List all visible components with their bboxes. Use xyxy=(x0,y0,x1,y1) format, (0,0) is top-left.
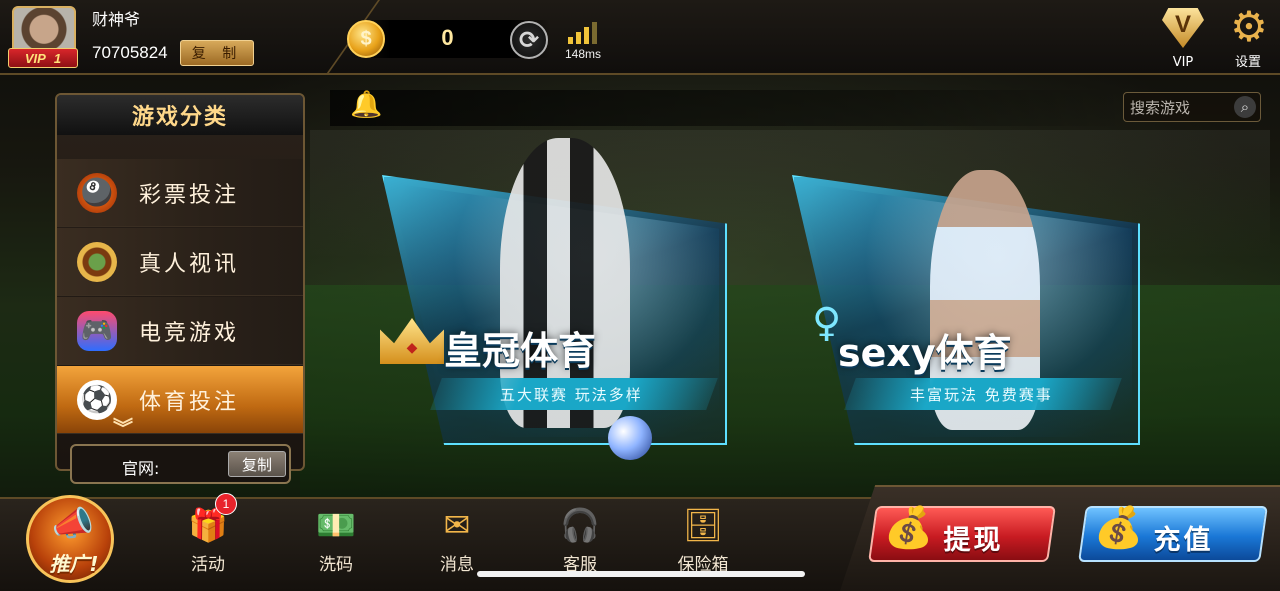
category-label: 彩票投注 xyxy=(139,183,240,208)
deposit-label: 充值 xyxy=(1153,525,1214,556)
nav-safe[interactable]: 🗄 保险箱 xyxy=(663,503,743,575)
notification-badge: 1 xyxy=(215,493,237,515)
game-subtitle: 丰富玩法 免费赛事 xyxy=(910,386,1053,404)
website-bar: 官网: 复制 xyxy=(70,444,291,484)
nickname: 财神爷 xyxy=(92,10,141,29)
deposit-button[interactable]: 💰 充值 xyxy=(1078,505,1268,562)
category-label: 真人视讯 xyxy=(139,252,240,277)
settings-label: 设置 xyxy=(1234,55,1261,70)
gold-ingot-icon: 💰 xyxy=(1093,505,1144,551)
refresh-balance-button[interactable]: ⟳ xyxy=(510,21,548,59)
nav-activity[interactable]: 🎁 1 活动 xyxy=(168,493,248,575)
website-label: 官网: xyxy=(122,459,160,478)
user-id: 70705824 xyxy=(92,43,168,62)
settings-button[interactable]: ⚙ 设置 xyxy=(1222,2,1274,71)
game-subtitle: 五大联赛 玩法多样 xyxy=(500,386,643,404)
search-box: ⌕ xyxy=(1123,92,1261,122)
scroll-down-icon[interactable]: ︾ xyxy=(103,418,143,440)
category-item-sports[interactable]: ⚽ 体育投注 xyxy=(57,366,303,434)
withdraw-button[interactable]: 💰 提现 xyxy=(868,505,1056,562)
withdraw-label: 提现 xyxy=(943,525,1004,556)
nav-label: 洗码 xyxy=(319,555,353,575)
gear-icon: ⚙ xyxy=(1230,2,1268,51)
signal-strength-icon xyxy=(568,22,598,44)
promote-label: 推广! xyxy=(49,552,99,576)
coin-balance: 0 xyxy=(441,25,454,50)
headset-icon: 🎧 xyxy=(560,506,600,544)
vip-icon: V xyxy=(1162,8,1204,48)
nav-rebate[interactable]: 💵 洗码 xyxy=(296,503,376,575)
category-label: 体育投注 xyxy=(139,390,240,415)
megaphone-icon: 📣 xyxy=(51,504,95,544)
category-panel-title: 游戏分类 xyxy=(57,95,303,135)
category-item-live-casino[interactable]: 真人视讯 xyxy=(57,228,303,296)
category-item-esports[interactable]: 🎮 电竞游戏 xyxy=(57,297,303,365)
announcement-bar[interactable] xyxy=(330,90,1130,126)
nav-messages[interactable]: ✉ 消息 xyxy=(417,503,497,575)
nav-label: 活动 xyxy=(191,555,225,575)
safe-icon: 🗄 xyxy=(682,506,724,544)
bell-icon: 🔔 xyxy=(350,90,383,120)
search-input[interactable] xyxy=(1130,97,1230,119)
copy-id-button[interactable]: 复 制 xyxy=(180,40,254,66)
vip-level-value: 1 xyxy=(53,50,62,66)
promote-button[interactable]: 📣 推广! xyxy=(26,495,114,583)
envelope-icon: ✉ xyxy=(443,506,471,544)
home-indicator[interactable] xyxy=(477,571,805,577)
vip-level-badge: VIP 1 xyxy=(8,48,78,68)
refresh-icon: ⟳ xyxy=(518,26,540,54)
money-icon: 💰 xyxy=(883,505,934,551)
football-icon xyxy=(608,416,652,460)
coin-icon: $ xyxy=(347,20,385,58)
category-label: 电竞游戏 xyxy=(139,321,240,346)
game-category-panel: 游戏分类 🎱 彩票投注 真人视讯 🎮 电竞游戏 ⚽ 体育投注 xyxy=(55,93,305,471)
nav-support[interactable]: 🎧 客服 xyxy=(540,503,620,575)
cash-icon: 💵 xyxy=(316,506,356,544)
game-name: 皇冠体育 xyxy=(444,329,597,373)
search-icon[interactable]: ⌕ xyxy=(1234,96,1256,118)
network-latency: 148ms xyxy=(565,47,602,61)
vip-label: VIP xyxy=(1172,55,1194,70)
game-name: sexy体育 xyxy=(838,331,1012,375)
vip-badge-prefix: VIP xyxy=(24,50,46,66)
vip-button[interactable]: V VIP xyxy=(1157,4,1209,70)
gamepad-icon: 🎮 xyxy=(77,311,117,351)
category-item-lottery[interactable]: 🎱 彩票投注 xyxy=(57,159,303,227)
soccer-ball-icon: ⚽ xyxy=(77,380,117,420)
roulette-icon xyxy=(77,242,117,282)
copy-website-button[interactable]: 复制 xyxy=(228,451,286,477)
lottery-ball-icon: 🎱 xyxy=(77,173,117,213)
